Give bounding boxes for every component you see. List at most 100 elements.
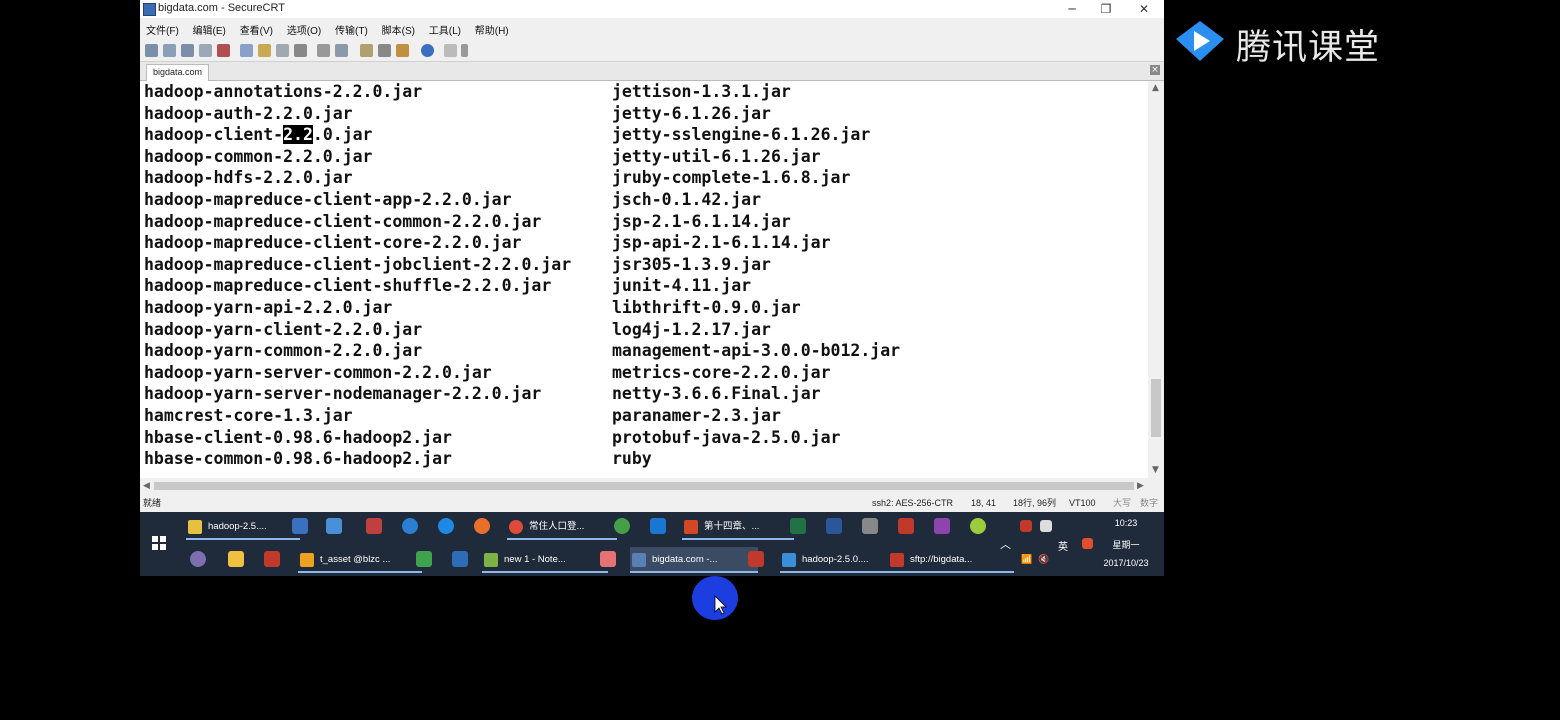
connect-icon[interactable] — [145, 44, 158, 57]
copy-paste-icon[interactable] — [276, 44, 289, 57]
terminal-line: jsr305-1.3.9.jar — [612, 254, 771, 274]
taskbar-date[interactable]: 2017/10/23 — [1096, 558, 1156, 568]
vertical-scroll-thumb[interactable] — [1151, 379, 1161, 437]
filezilla-icon[interactable] — [748, 551, 764, 567]
global-options-icon[interactable] — [378, 44, 391, 57]
mouse-pointer-icon — [714, 595, 727, 615]
connect-tab-icon[interactable] — [181, 44, 194, 57]
network-icon[interactable]: 📶 — [1021, 554, 1032, 565]
session-tab-bar: bigdata.com × — [140, 62, 1164, 81]
quick-connect-icon[interactable] — [163, 44, 176, 57]
taskbar-item-notepad[interactable]: new 1 - Note... — [482, 547, 608, 573]
paste-icon[interactable] — [258, 44, 271, 57]
firefox-icon[interactable] — [474, 518, 490, 534]
find-icon[interactable] — [294, 44, 307, 57]
terminal-line: jsp-api-2.1-6.1.14.jar — [612, 233, 831, 253]
copy-icon[interactable] — [240, 44, 253, 57]
print-icon[interactable] — [335, 44, 348, 57]
app-icon[interactable] — [366, 518, 382, 534]
show-hidden-icons-chevron-icon[interactable]: ︿ — [1000, 536, 1011, 552]
ie-icon[interactable] — [438, 518, 454, 534]
tab-close-icon[interactable]: × — [1150, 65, 1160, 75]
terminal-area[interactable]: hadoop-annotations-2.2.0.jar hadoop-auth… — [140, 81, 1148, 478]
pycharm-icon[interactable] — [416, 551, 432, 567]
windows-start-icon[interactable] — [152, 536, 166, 550]
selected-text: 2.2 — [283, 125, 313, 145]
app-icon[interactable] — [862, 518, 878, 534]
menu-view[interactable]: 查看(V) — [234, 19, 278, 37]
status-caps: 大写 — [1113, 498, 1132, 508]
taskbar-item-sftp[interactable]: sftp://bigdata... — [888, 547, 1014, 573]
reconnect-icon[interactable] — [199, 44, 212, 57]
app-icon[interactable] — [402, 518, 418, 534]
axure-icon[interactable] — [934, 518, 950, 534]
minimize-button[interactable]: ─ — [1054, 0, 1090, 18]
tray-icon[interactable] — [1020, 520, 1032, 532]
scroll-up-icon[interactable]: ▲ — [1152, 83, 1159, 93]
taskbar-item-powerpoint[interactable]: 第十四章、... — [682, 514, 794, 540]
volume-muted-icon[interactable]: 🔇 — [1038, 554, 1049, 565]
app-icon[interactable] — [970, 518, 986, 534]
horizontal-scrollbar[interactable]: ◀ ▶ — [140, 478, 1148, 494]
taskbar-item-chrome[interactable]: 常住人口登... — [507, 514, 617, 540]
app-icon[interactable] — [292, 518, 308, 534]
excel-icon[interactable] — [790, 518, 806, 534]
app-icon[interactable] — [228, 551, 244, 567]
taskbar-item-hadoop-folder[interactable]: hadoop-2.5.... — [186, 514, 300, 540]
taskbar-item-navicat[interactable]: t_asset @blzc ... — [298, 547, 422, 573]
mouse-click-indicator — [692, 576, 738, 620]
tray-icon[interactable] — [1040, 520, 1052, 532]
word-icon[interactable] — [826, 518, 842, 534]
scroll-right-icon[interactable]: ▶ — [1137, 481, 1144, 491]
taskbar-item-label: sftp://bigdata... — [910, 554, 973, 565]
horizontal-scroll-thumb[interactable] — [154, 482, 1134, 490]
taskbar-item-hadoop-explorer[interactable]: hadoop-2.5.0.... — [780, 547, 898, 573]
taskbar-item-label: 第十四章、... — [704, 521, 760, 532]
terminal-line: protobuf-java-2.5.0.jar — [612, 427, 841, 447]
menu-help[interactable]: 帮助(H) — [469, 19, 514, 37]
terminal-line: hadoop-yarn-common-2.2.0.jar — [144, 341, 423, 361]
app-icon[interactable] — [326, 518, 342, 534]
print-setup-icon[interactable] — [317, 44, 330, 57]
title-bar: bigdata.com - SecureCRT ─ ❐ ✕ — [140, 0, 1164, 18]
app-icon[interactable] — [600, 551, 616, 567]
vertical-scrollbar[interactable]: ▲ ▼ — [1148, 81, 1164, 478]
filezilla-icon — [890, 553, 904, 567]
terminal-line: hadoop-yarn-server-common-2.2.0.jar — [144, 362, 492, 382]
disconnect-icon[interactable] — [217, 44, 230, 57]
taskbar-time[interactable]: 10:23 — [1096, 518, 1156, 528]
taskbar-weekday[interactable]: 星期一 — [1096, 538, 1156, 551]
menu-options[interactable]: 选项(O) — [281, 19, 326, 37]
menu-edit[interactable]: 编辑(E) — [187, 19, 231, 37]
close-button[interactable]: ✕ — [1126, 0, 1162, 18]
terminal-line: jetty-sslengine-6.1.26.jar — [612, 125, 871, 145]
keymap-icon[interactable] — [396, 44, 409, 57]
ime-indicator[interactable]: 英 — [1058, 538, 1068, 553]
help-icon[interactable] — [421, 44, 434, 57]
toolbar-overflow-icon[interactable] — [461, 44, 468, 57]
terminal-line: metrics-core-2.2.0.jar — [612, 362, 831, 382]
app-icon[interactable] — [614, 518, 630, 534]
xmind-icon[interactable] — [898, 518, 914, 534]
app-icon[interactable] — [650, 518, 666, 534]
session-options-icon[interactable] — [360, 44, 373, 57]
intellij-icon[interactable] — [452, 551, 468, 567]
scroll-down-icon[interactable]: ▼ — [1152, 465, 1159, 475]
taskbar-item-securecrt[interactable]: bigdata.com -... — [630, 547, 758, 573]
ime-logo-icon[interactable] — [1082, 538, 1093, 549]
taskbar-item-label: new 1 - Note... — [504, 554, 566, 565]
tab-bigdata[interactable]: bigdata.com — [146, 64, 210, 81]
tencent-classroom-watermark: 腾讯课堂 — [1172, 17, 1392, 68]
watermark-text: 腾讯课堂 — [1236, 28, 1381, 68]
sftp-icon[interactable] — [444, 44, 457, 57]
menu-transfer[interactable]: 传输(T) — [329, 19, 373, 37]
menu-file[interactable]: 文件(F) — [140, 19, 184, 37]
taskbar-item-label: hadoop-2.5.... — [208, 521, 267, 532]
menu-tools[interactable]: 工具(L) — [423, 19, 466, 37]
app-icon[interactable] — [264, 551, 280, 567]
app-icon[interactable] — [190, 551, 206, 567]
restore-button[interactable]: ❐ — [1088, 0, 1124, 18]
status-rows-cols: 18行, 96列 — [1013, 498, 1057, 508]
menu-script[interactable]: 脚本(S) — [376, 19, 420, 37]
scroll-left-icon[interactable]: ◀ — [143, 481, 150, 491]
